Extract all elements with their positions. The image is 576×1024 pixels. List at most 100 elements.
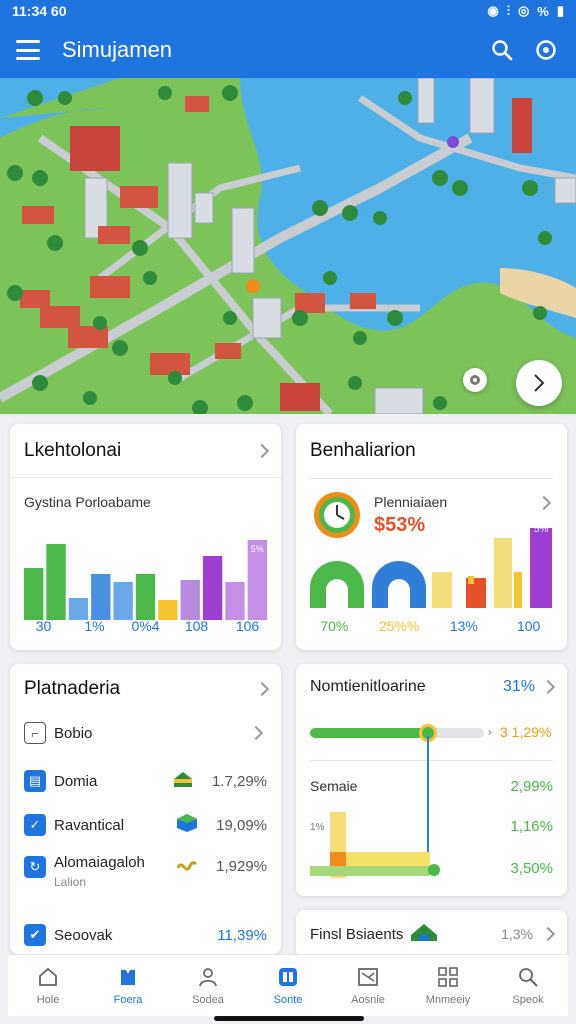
row-label: Ravantical: [54, 816, 125, 834]
nav-item-foera[interactable]: Foera: [88, 955, 168, 1016]
chart-bar: [158, 600, 178, 620]
nav-item-sonte[interactable]: Sonte: [248, 955, 328, 1016]
app-title: Simujamen: [62, 37, 173, 62]
axis-label: 106: [235, 618, 260, 634]
image-icon: [357, 966, 379, 988]
grid-icon: [277, 966, 299, 988]
chevron-right-icon[interactable]: [254, 681, 270, 697]
chart-subtitle: Gystina Porloabame: [24, 494, 151, 510]
city-map[interactable]: [0, 78, 576, 414]
chevron-icon: ›: [488, 725, 492, 739]
chart-axis-labels: 70% 25%% 13% 100: [296, 618, 567, 634]
card-header: Benhaliarion: [296, 424, 567, 478]
menu-icon[interactable]: [16, 40, 40, 60]
bar-chart: 5%: [24, 540, 267, 620]
status-bar: 11:34 60 ◉ ⫶ ◎ % ▮: [0, 0, 576, 22]
app-bar: Simujamen: [0, 22, 576, 78]
card-header: Nomtienitloarine 31%: [296, 664, 567, 710]
chevron-right-icon[interactable]: [540, 679, 556, 695]
card-header: Lkehtolonai: [10, 424, 281, 478]
bottom-navigation: Hole Foera Sodea Sonte Aosnie Mnmeeiy Sp…: [8, 954, 568, 1016]
check-icon: ✓: [24, 814, 46, 836]
list-item[interactable]: ✔ Seoovak 11,39%: [24, 920, 267, 950]
row-label: Seoovak: [54, 926, 113, 944]
card-notification[interactable]: Nomtienitloarine 31% › 3 1,29% Semaie 1%…: [296, 664, 567, 896]
chart-bar: [91, 574, 111, 620]
metric-value: 3,50%: [510, 860, 553, 877]
doc-icon: ▤: [24, 770, 46, 792]
home-indicator[interactable]: [214, 1016, 364, 1021]
progress-track[interactable]: [310, 728, 484, 738]
card-behavior[interactable]: Benhaliarion Plenniaiaen $53% 5% 70% 25%…: [296, 424, 567, 650]
axis-label: 70%: [320, 618, 349, 634]
axis-label: 1%: [84, 618, 105, 634]
corner-icon: ⌐: [24, 722, 46, 744]
card-statistics[interactable]: Lkehtolonai Gystina Porloabame 5% 30 1% …: [10, 424, 281, 650]
axis-label: 108: [184, 618, 209, 634]
nav-item-mnmeeiy[interactable]: Mnmeeiy: [408, 955, 488, 1016]
chevron-right-icon[interactable]: [540, 926, 556, 942]
next-arrow-button[interactable]: [516, 360, 562, 406]
list-item[interactable]: ⌐ Bobio: [24, 718, 267, 748]
arch-chart: [310, 528, 552, 608]
axis-label: 13%: [449, 618, 478, 634]
nav-item-speok[interactable]: Speok: [488, 955, 568, 1016]
battery-label: %: [537, 3, 549, 19]
refresh-icon: ↻: [24, 856, 46, 878]
card-title: Nomtienitloarine: [310, 678, 426, 695]
nav-item-sodea[interactable]: Sodea: [168, 955, 248, 1016]
row-label: Alomaiagaloh: [54, 854, 145, 871]
chevron-right-icon: [248, 725, 264, 741]
house-icon: [409, 921, 439, 948]
chart-bar: [135, 574, 156, 620]
nav-item-home[interactable]: Hole: [8, 955, 88, 1016]
axis-label: 25%%: [378, 618, 420, 634]
card-final-balance[interactable]: Finsl Bsiaents 1,3%: [296, 910, 567, 958]
card-title: Platnaderia: [24, 678, 121, 699]
chart-bar: [24, 568, 44, 620]
card-platform-list: Platnaderia ⌐ Bobio ▤ Domia 1.7,29% ✓ Ra…: [10, 664, 281, 954]
card-value: 1,3%: [501, 926, 533, 942]
header-value: 31%: [502, 678, 535, 695]
chart-bar: [68, 598, 89, 620]
checkbox-icon[interactable]: ✔: [24, 924, 46, 946]
chart-bar: [225, 582, 245, 620]
chart-bar: [113, 582, 133, 620]
row-label: Domia: [54, 772, 98, 790]
nav-label: Hole: [36, 993, 60, 1006]
nav-item-aosnie[interactable]: Aosnie: [328, 955, 408, 1016]
person-icon: [197, 966, 219, 988]
chevron-right-icon[interactable]: [254, 443, 270, 458]
list-item[interactable]: ↻ Alomaiagaloh Lalion 1,929%: [24, 854, 267, 898]
card-title: Lkehtolonai: [24, 439, 122, 461]
axis-label: 0%4: [131, 618, 160, 634]
list-item[interactable]: ▤ Domia 1.7,29%: [24, 766, 267, 796]
nav-label: Sodea: [192, 993, 224, 1006]
axis-label: 100: [516, 618, 541, 634]
nav-label: Aosnie: [351, 993, 385, 1006]
chart-bar: [180, 580, 200, 620]
wifi-icon: ⫶: [506, 3, 510, 18]
metric-value: 1,16%: [510, 818, 553, 835]
progress-fill: [310, 728, 428, 738]
battery-icon: ▮: [556, 3, 564, 18]
stacked-bar-chart: [310, 812, 440, 878]
map-marker-icon[interactable]: [463, 368, 487, 392]
list-item[interactable]: ✓ Ravantical 19,09%: [24, 810, 267, 840]
card-title: Benhaliarion: [310, 440, 416, 461]
search-icon[interactable]: [488, 36, 516, 64]
help-icon[interactable]: [532, 36, 560, 64]
card-header: Platnaderia: [10, 664, 281, 714]
axis-label: 30: [35, 618, 52, 634]
status-icons: ◉ ⫶ ◎ % ▮: [487, 3, 564, 19]
search-icon: [517, 966, 539, 988]
metric-value: 2,99%: [510, 778, 553, 795]
home-icon: [37, 966, 59, 988]
chart-bar: [202, 556, 223, 620]
bookmark-icon: [117, 966, 139, 988]
chevron-right-icon[interactable]: [536, 495, 552, 511]
chart-axis-labels: 30 1% 0%4 108 106: [10, 618, 281, 634]
status-time: 11:34 60: [12, 3, 67, 19]
chart-bar: [46, 544, 66, 620]
cube-icon: [176, 813, 198, 838]
